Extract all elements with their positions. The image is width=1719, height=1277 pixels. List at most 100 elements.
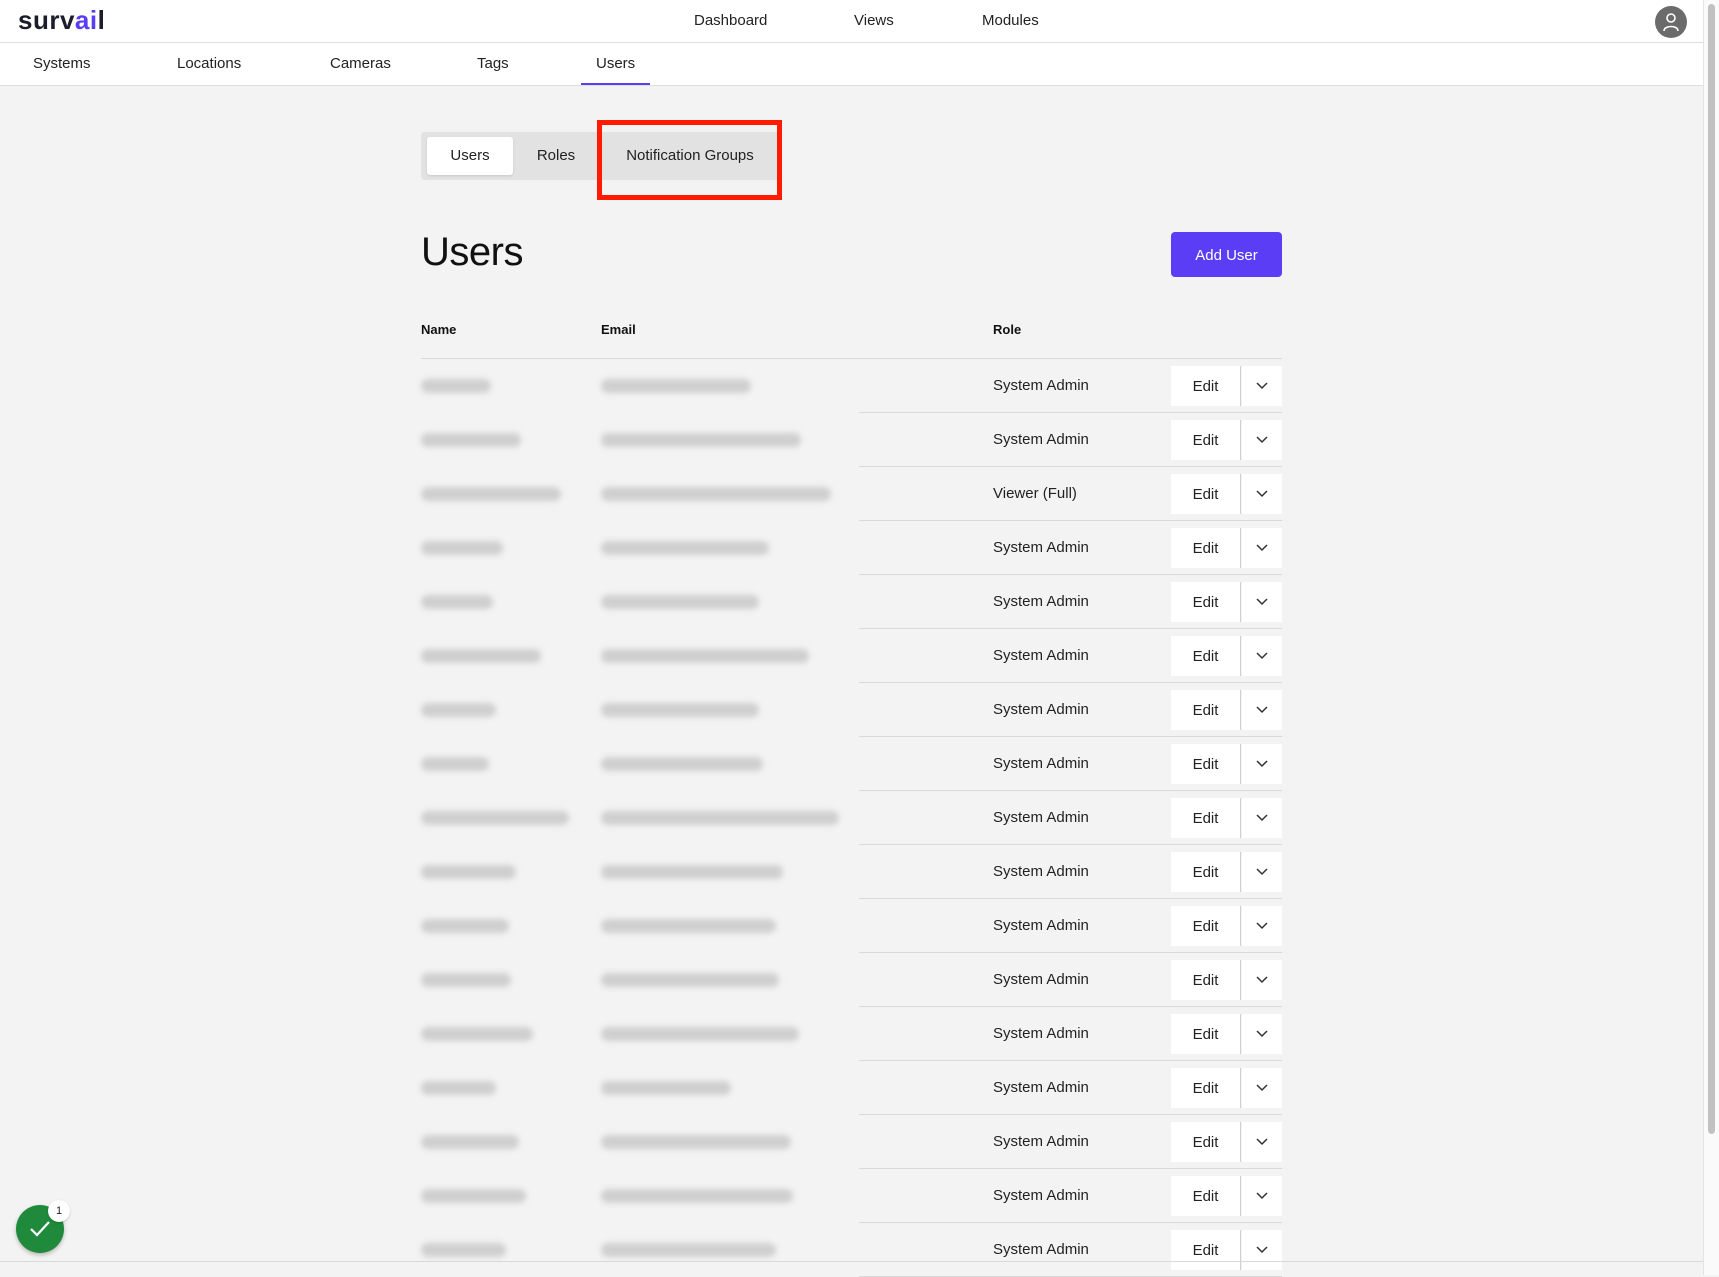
edit-user-button[interactable]: Edit bbox=[1171, 798, 1241, 838]
user-email-redacted bbox=[601, 433, 801, 447]
user-name-redacted bbox=[421, 1027, 533, 1041]
row-actions-button[interactable] bbox=[1242, 582, 1282, 622]
user-email-redacted bbox=[601, 865, 783, 879]
edit-user-button[interactable]: Edit bbox=[1171, 906, 1241, 946]
user-name-redacted bbox=[421, 811, 569, 825]
row-actions-button[interactable] bbox=[1242, 1176, 1282, 1216]
row-actions-button[interactable] bbox=[1242, 690, 1282, 730]
edit-user-button[interactable]: Edit bbox=[1171, 582, 1241, 622]
user-name-redacted bbox=[421, 1081, 496, 1095]
row-actions-button[interactable] bbox=[1242, 420, 1282, 460]
table-row: System Admin Edit bbox=[421, 737, 1282, 791]
page-scrollbar-thumb[interactable] bbox=[1708, 4, 1715, 1134]
row-actions-button[interactable] bbox=[1242, 1230, 1282, 1270]
chevron-down-icon bbox=[1256, 760, 1268, 768]
row-actions-button[interactable] bbox=[1242, 1122, 1282, 1162]
edit-user-button[interactable]: Edit bbox=[1171, 366, 1241, 406]
row-actions-button[interactable] bbox=[1242, 636, 1282, 676]
user-role: System Admin bbox=[993, 809, 1089, 826]
nav-dashboard[interactable]: Dashboard bbox=[694, 0, 767, 42]
tab-users[interactable]: Users bbox=[427, 137, 513, 175]
edit-user-button[interactable]: Edit bbox=[1171, 528, 1241, 568]
chevron-down-icon bbox=[1256, 1138, 1268, 1146]
table-row: System Admin Edit bbox=[421, 575, 1282, 629]
user-email-redacted bbox=[601, 649, 809, 663]
user-email-redacted bbox=[601, 973, 779, 987]
secondary-navigation-bar: Systems Locations Cameras Tags Users bbox=[0, 43, 1703, 86]
table-row: System Admin Edit bbox=[421, 791, 1282, 845]
user-role: System Admin bbox=[993, 431, 1089, 448]
chevron-down-icon bbox=[1256, 598, 1268, 606]
user-role: System Admin bbox=[993, 377, 1089, 394]
survail-logo[interactable]: survail bbox=[18, 5, 105, 36]
user-name-redacted bbox=[421, 973, 511, 987]
row-actions-button[interactable] bbox=[1242, 852, 1282, 892]
user-name-redacted bbox=[421, 595, 493, 609]
edit-user-button[interactable]: Edit bbox=[1171, 852, 1241, 892]
table-row: System Admin Edit bbox=[421, 845, 1282, 899]
chevron-down-icon bbox=[1256, 544, 1268, 552]
row-actions-button[interactable] bbox=[1242, 1068, 1282, 1108]
row-actions-button[interactable] bbox=[1242, 366, 1282, 406]
chevron-down-icon bbox=[1256, 868, 1268, 876]
user-role: System Admin bbox=[993, 971, 1089, 988]
row-actions-button[interactable] bbox=[1242, 960, 1282, 1000]
row-actions-button[interactable] bbox=[1242, 744, 1282, 784]
user-email-redacted bbox=[601, 703, 759, 717]
user-email-redacted bbox=[601, 811, 839, 825]
chevron-down-icon bbox=[1256, 814, 1268, 822]
user-role: System Admin bbox=[993, 1133, 1089, 1150]
table-row: System Admin Edit bbox=[421, 1007, 1282, 1061]
add-user-button[interactable]: Add User bbox=[1171, 232, 1282, 277]
edit-user-button[interactable]: Edit bbox=[1171, 1176, 1241, 1216]
row-actions-button[interactable] bbox=[1242, 1014, 1282, 1054]
user-avatar-icon[interactable] bbox=[1655, 6, 1687, 38]
user-role: System Admin bbox=[993, 863, 1089, 880]
edit-user-button[interactable]: Edit bbox=[1171, 1014, 1241, 1054]
row-actions-button[interactable] bbox=[1242, 798, 1282, 838]
chevron-down-icon bbox=[1256, 1192, 1268, 1200]
edit-user-button[interactable]: Edit bbox=[1171, 960, 1241, 1000]
edit-user-button[interactable]: Edit bbox=[1171, 1122, 1241, 1162]
user-name-redacted bbox=[421, 433, 521, 447]
user-name-redacted bbox=[421, 487, 561, 501]
user-name-redacted bbox=[421, 1189, 526, 1203]
subnav-cameras[interactable]: Cameras bbox=[330, 43, 391, 85]
row-actions-button[interactable] bbox=[1242, 906, 1282, 946]
subnav-tags[interactable]: Tags bbox=[477, 43, 509, 85]
subnav-locations[interactable]: Locations bbox=[177, 43, 241, 85]
edit-user-button[interactable]: Edit bbox=[1171, 636, 1241, 676]
row-actions-button[interactable] bbox=[1242, 528, 1282, 568]
user-name-redacted bbox=[421, 649, 541, 663]
user-name-redacted bbox=[421, 541, 503, 555]
table-row: System Admin Edit bbox=[421, 359, 1282, 413]
user-name-redacted bbox=[421, 1243, 506, 1257]
edit-user-button[interactable]: Edit bbox=[1171, 1230, 1241, 1270]
edit-user-button[interactable]: Edit bbox=[1171, 474, 1241, 514]
tab-roles[interactable]: Roles bbox=[521, 137, 591, 175]
user-email-redacted bbox=[601, 1081, 731, 1095]
check-icon bbox=[30, 1221, 50, 1237]
subnav-users[interactable]: Users bbox=[581, 43, 651, 85]
edit-user-button[interactable]: Edit bbox=[1171, 744, 1241, 784]
edit-user-button[interactable]: Edit bbox=[1171, 690, 1241, 730]
column-header-role: Role bbox=[993, 322, 1022, 337]
bottom-divider bbox=[0, 1261, 1703, 1262]
table-row: System Admin Edit bbox=[421, 683, 1282, 737]
table-row: System Admin Edit bbox=[421, 1223, 1282, 1277]
user-name-redacted bbox=[421, 703, 496, 717]
notification-groups-highlight-box bbox=[597, 120, 782, 200]
nav-views[interactable]: Views bbox=[854, 0, 894, 42]
user-role: System Admin bbox=[993, 593, 1089, 610]
row-actions-button[interactable] bbox=[1242, 474, 1282, 514]
nav-modules[interactable]: Modules bbox=[982, 0, 1039, 42]
edit-user-button[interactable]: Edit bbox=[1171, 420, 1241, 460]
user-role: System Admin bbox=[993, 539, 1089, 556]
edit-user-button[interactable]: Edit bbox=[1171, 1068, 1241, 1108]
user-email-redacted bbox=[601, 757, 763, 771]
table-row: System Admin Edit bbox=[421, 1115, 1282, 1169]
user-email-redacted bbox=[601, 541, 769, 555]
user-role: System Admin bbox=[993, 1241, 1089, 1258]
subnav-systems[interactable]: Systems bbox=[33, 43, 91, 85]
table-row: System Admin Edit bbox=[421, 1061, 1282, 1115]
